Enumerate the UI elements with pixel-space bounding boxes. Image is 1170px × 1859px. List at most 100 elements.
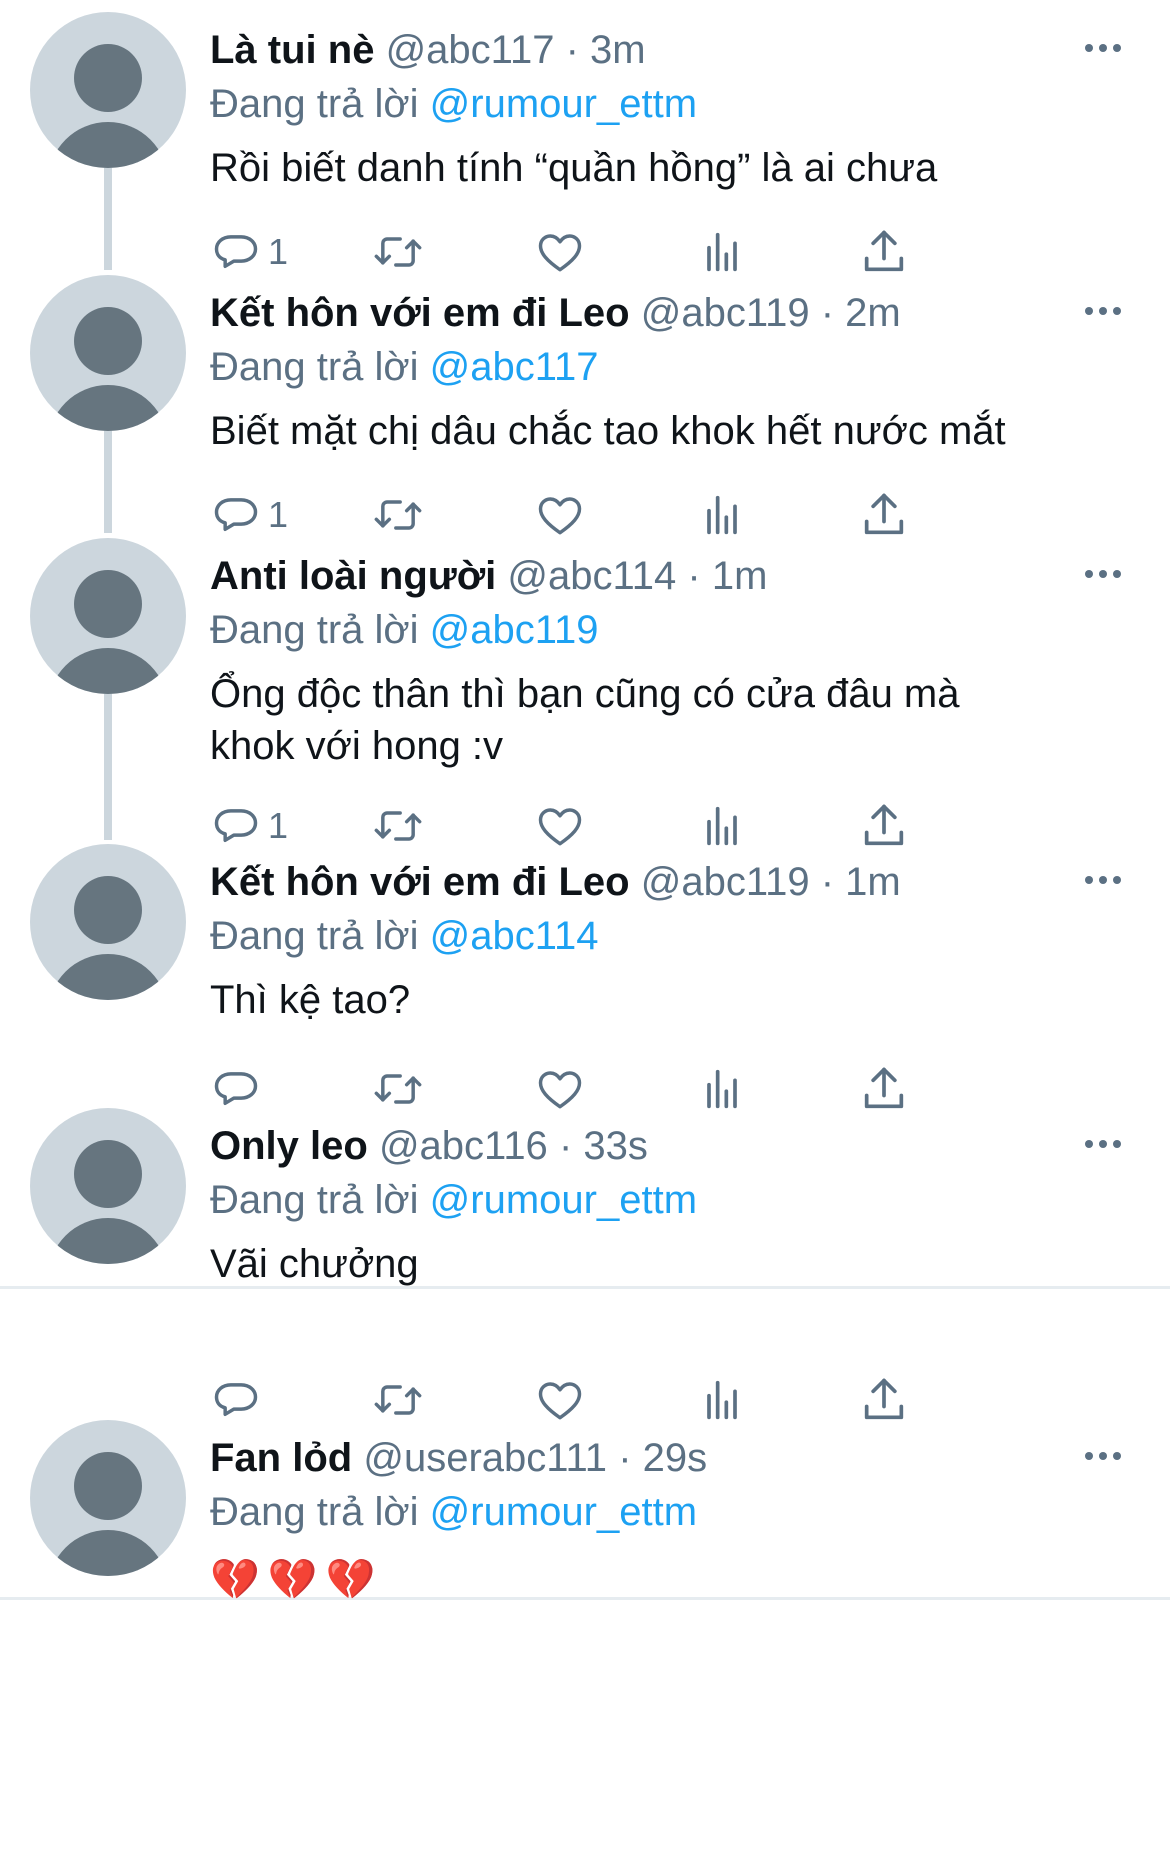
like-button[interactable]: [534, 1370, 586, 1430]
avatar[interactable]: [30, 275, 186, 431]
user-handle[interactable]: @abc116: [379, 1124, 548, 1168]
display-name[interactable]: Là tui nè: [210, 28, 374, 72]
tweet[interactable]: Only leo @abc116 · 33s Đang trả lời @rum…: [0, 1108, 1170, 1358]
replying-to: Đang trả lời @abc119: [210, 606, 599, 654]
user-handle[interactable]: @abc119: [641, 291, 810, 335]
timestamp[interactable]: 2m: [845, 291, 901, 335]
like-button[interactable]: [534, 796, 586, 856]
mention-link[interactable]: @abc114: [430, 914, 599, 958]
display-name[interactable]: Fan lỏd: [210, 1436, 352, 1480]
tweet-header: Fan lỏd @userabc111 · 29s: [210, 1434, 707, 1482]
reply-button[interactable]: [210, 1370, 268, 1430]
display-name[interactable]: Only leo: [210, 1124, 368, 1168]
retweet-icon: [372, 489, 424, 541]
mention-link[interactable]: @rumour_ettm: [430, 1178, 697, 1222]
more-icon[interactable]: [1085, 34, 1129, 64]
analytics-button[interactable]: [696, 1370, 748, 1430]
like-button[interactable]: [534, 485, 586, 545]
reply-prefix: Đang trả lời: [210, 1178, 419, 1222]
like-button[interactable]: [534, 222, 586, 282]
avatar[interactable]: [30, 12, 186, 168]
reply-count: 1: [268, 231, 289, 272]
avatar[interactable]: [30, 1108, 186, 1264]
share-button[interactable]: [858, 222, 910, 282]
separator-dot: ·: [618, 1436, 632, 1480]
tweet[interactable]: Fan lỏd @userabc111 · 29s Đang trả lời @…: [0, 1420, 1170, 1660]
retweet-icon: [372, 1374, 424, 1426]
share-button[interactable]: [858, 485, 910, 545]
user-handle[interactable]: @userabc111: [363, 1436, 607, 1480]
timestamp[interactable]: 29s: [643, 1436, 708, 1480]
analytics-button[interactable]: [696, 222, 748, 282]
tweet-text: Biết mặt chị dâu chắc tao khok hết nước …: [210, 409, 1006, 453]
tweet-text: 💔💔💔: [210, 1558, 384, 1602]
reply-button[interactable]: 1: [210, 222, 288, 282]
share-button[interactable]: [858, 796, 910, 856]
tweet-actions: [210, 1059, 1090, 1119]
display-name[interactable]: Anti loài người: [210, 554, 496, 598]
replying-to: Đang trả lời @abc114: [210, 912, 599, 960]
share-button[interactable]: [858, 1059, 910, 1119]
tweet[interactable]: Anti loài người @abc114 · 1m Đang trả lờ…: [0, 538, 1170, 838]
retweet-button[interactable]: [372, 1370, 424, 1430]
retweet-button[interactable]: [372, 796, 424, 856]
avatar[interactable]: [30, 538, 186, 694]
separator-dot: ·: [820, 860, 835, 904]
tweet-text: Ổng độc thân thì bạn cũng có cửa đâu mà …: [210, 672, 960, 768]
analytics-button[interactable]: [696, 1059, 748, 1119]
share-icon: [858, 226, 910, 278]
avatar[interactable]: [30, 844, 186, 1000]
user-handle[interactable]: @abc117: [386, 28, 555, 72]
timestamp[interactable]: 33s: [583, 1124, 648, 1168]
user-handle[interactable]: @abc119: [641, 860, 810, 904]
retweet-button[interactable]: [372, 222, 424, 282]
tweet-text: Vãi chưởng: [210, 1242, 419, 1286]
more-icon[interactable]: [1085, 866, 1129, 896]
tweet-actions: 1: [210, 222, 1090, 282]
analytics-button[interactable]: [696, 796, 748, 856]
timestamp[interactable]: 3m: [590, 28, 646, 72]
analytics-icon: [696, 1374, 748, 1426]
avatar[interactable]: [30, 1420, 186, 1576]
analytics-icon: [696, 800, 748, 852]
like-button[interactable]: [534, 1059, 586, 1119]
reply-button[interactable]: 1: [210, 796, 288, 856]
mention-link[interactable]: @rumour_ettm: [430, 1490, 697, 1534]
mention-link[interactable]: @rumour_ettm: [430, 82, 697, 126]
timestamp[interactable]: 1m: [712, 554, 768, 598]
like-icon: [534, 1374, 586, 1426]
separator-dot: ·: [820, 291, 835, 335]
more-icon[interactable]: [1085, 560, 1129, 590]
tweet[interactable]: Kết hôn với em đi Leo @abc119 · 1m Đang …: [0, 844, 1170, 1094]
separator-dot: ·: [558, 1124, 573, 1168]
user-handle[interactable]: @abc114: [507, 554, 676, 598]
more-icon[interactable]: [1085, 297, 1129, 327]
share-icon: [858, 1374, 910, 1426]
retweet-icon: [372, 800, 424, 852]
display-name[interactable]: Kết hôn với em đi Leo: [210, 291, 630, 335]
share-button[interactable]: [858, 1370, 910, 1430]
reply-prefix: Đang trả lời: [210, 914, 419, 958]
reply-icon: [210, 1374, 262, 1426]
retweet-button[interactable]: [372, 1059, 424, 1119]
like-icon: [534, 800, 586, 852]
tweet-header: Là tui nè @abc117 · 3m: [210, 26, 646, 74]
retweet-button[interactable]: [372, 485, 424, 545]
tweet-header: Kết hôn với em đi Leo @abc119 · 2m: [210, 289, 901, 337]
reply-button[interactable]: 1: [210, 485, 288, 545]
share-icon: [858, 489, 910, 541]
more-icon[interactable]: [1085, 1130, 1129, 1160]
tweet-text: Thì kệ tao?: [210, 978, 411, 1022]
reply-icon: [210, 1063, 262, 1115]
like-icon: [534, 489, 586, 541]
more-icon[interactable]: [1085, 1442, 1129, 1472]
reply-prefix: Đang trả lời: [210, 1490, 419, 1534]
analytics-button[interactable]: [696, 485, 748, 545]
timestamp[interactable]: 1m: [845, 860, 901, 904]
mention-link[interactable]: @abc117: [430, 345, 599, 389]
tweet-header: Anti loài người @abc114 · 1m: [210, 552, 767, 600]
mention-link[interactable]: @abc119: [430, 608, 599, 652]
display-name[interactable]: Kết hôn với em đi Leo: [210, 860, 630, 904]
reply-button[interactable]: [210, 1059, 268, 1119]
separator-dot: ·: [565, 28, 579, 72]
